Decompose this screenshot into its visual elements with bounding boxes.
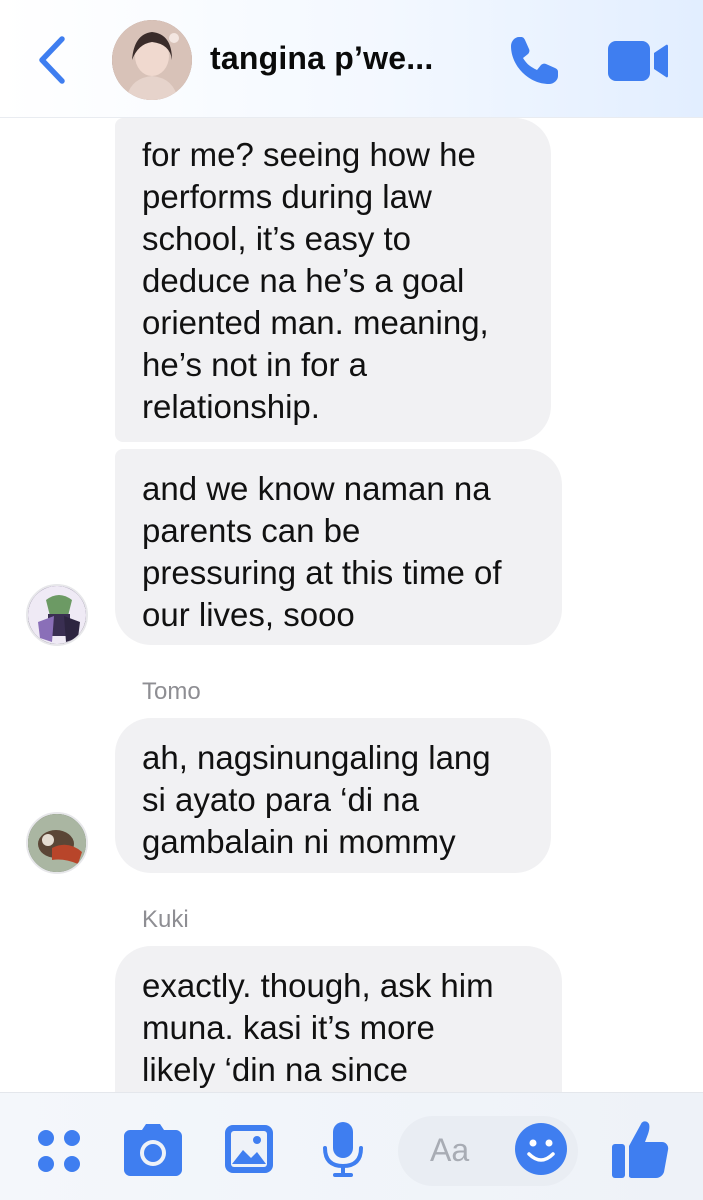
sender-name: Kuki: [142, 906, 189, 933]
thumbs-up-icon[interactable]: [610, 1118, 670, 1180]
sender-avatar[interactable]: [26, 584, 88, 646]
chevron-left-icon: [39, 36, 65, 84]
microphone-icon[interactable]: [322, 1122, 364, 1178]
video-camera-icon: [608, 41, 668, 81]
apps-icon[interactable]: [36, 1128, 82, 1174]
voice-call-button[interactable]: [505, 32, 563, 90]
message-input-placeholder: Aa: [430, 1132, 470, 1168]
emoji-icon[interactable]: [514, 1122, 568, 1176]
image-icon[interactable]: [224, 1124, 274, 1174]
sender-avatar[interactable]: [26, 812, 88, 874]
avatar-photo: [28, 814, 86, 872]
conversation-title[interactable]: tangina p’we...: [210, 40, 433, 77]
contact-avatar[interactable]: [112, 20, 192, 100]
message-bubble[interactable]: for me? seeing how he performs during la…: [115, 118, 551, 442]
avatar-photo: [28, 586, 86, 644]
video-call-button[interactable]: [606, 38, 670, 84]
message-bubble[interactable]: ah, nagsinungaling lang si ayato para ‘d…: [115, 718, 551, 873]
back-button[interactable]: [30, 34, 74, 86]
sender-name: Tomo: [142, 678, 201, 705]
message-bubble[interactable]: and we know naman na parents can be pres…: [115, 449, 562, 645]
avatar-photo: [112, 20, 192, 100]
camera-icon[interactable]: [124, 1124, 182, 1176]
phone-icon: [511, 37, 558, 84]
